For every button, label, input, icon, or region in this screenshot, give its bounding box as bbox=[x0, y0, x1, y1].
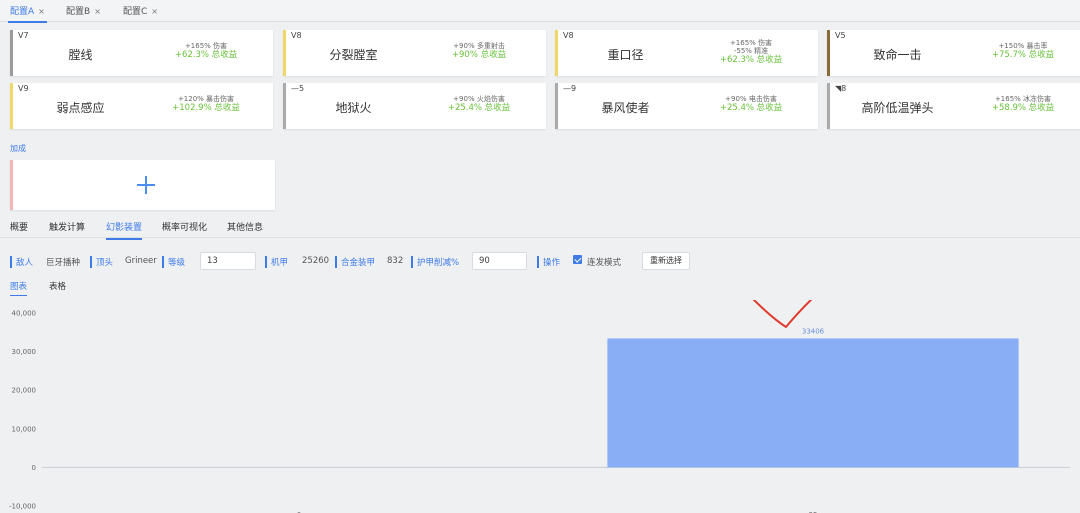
mod-stats: +120% 暴击伤害 +102.9% 总收益 bbox=[151, 95, 261, 114]
mod-stat: +90% 火焰伤害 bbox=[453, 95, 505, 103]
mod-name: 暴风使者 bbox=[601, 101, 650, 115]
mod-gain: +90% 总收益 bbox=[451, 50, 507, 60]
mod-name: 地狱火 bbox=[335, 101, 372, 115]
mod-card[interactable]: Ⅴ8 重口径 +165% 伤害 -55% 精准 +62.3% 总收益 bbox=[555, 30, 818, 76]
bar-chart: -10,000010,00020,00030,00040,00003340635 bbox=[9, 300, 1070, 513]
mod-stat: -55% 精准 bbox=[733, 47, 769, 55]
mod-stats: +150% 暴击率 +75.7% 总收益 bbox=[968, 42, 1078, 61]
enemy-toolbar: 敌人 巨牙播种 顶头 Grineer 等级 13 机甲 25260 合金装甲 8… bbox=[0, 250, 1080, 274]
burst-mode-label[interactable]: 连发模式 bbox=[587, 256, 621, 268]
mod-stat: +90% 电击伤害 bbox=[725, 95, 777, 103]
mod-level: Ⅴ7 bbox=[18, 31, 29, 40]
source-value[interactable]: Grineer bbox=[125, 256, 157, 266]
mod-level: ◥8 bbox=[835, 84, 847, 93]
tab-table[interactable]: 表格 bbox=[49, 280, 66, 292]
tab-config-a[interactable]: 配置A × bbox=[8, 4, 47, 23]
hp-label: 机甲 bbox=[265, 256, 288, 268]
mod-card[interactable]: Ⅴ8 分裂膛室 +90% 多重射击 +90% 总收益 bbox=[283, 30, 546, 76]
mod-name: 分裂膛室 bbox=[329, 48, 378, 62]
mod-level: Ⅴ5 bbox=[835, 31, 846, 40]
mod-stat: +90% 多重射击 bbox=[453, 42, 505, 50]
hp-value: 25260 bbox=[302, 256, 330, 266]
tab-label: 配置B bbox=[66, 7, 91, 17]
tab-overview[interactable]: 概要 bbox=[10, 220, 28, 233]
mod-gain: +62.3% 总收益 bbox=[719, 55, 783, 65]
y-tick-label: 30,000 bbox=[12, 348, 37, 356]
tab-config-b[interactable]: 配置B × bbox=[66, 4, 101, 17]
tab-label: 配置C bbox=[123, 7, 148, 17]
mod-stats: +90% 多重射击 +90% 总收益 bbox=[424, 42, 534, 61]
y-tick-label: 40,000 bbox=[12, 310, 37, 318]
burst-mode-checkbox[interactable] bbox=[573, 255, 582, 264]
mod-level: Ⅴ8 bbox=[563, 31, 574, 40]
mod-stats: +165% 冰冻伤害 +58.9% 总收益 bbox=[968, 95, 1078, 114]
chart-bar bbox=[607, 338, 1019, 468]
checkmark-icon bbox=[752, 300, 813, 328]
close-icon[interactable]: × bbox=[151, 7, 158, 16]
y-tick-label: 0 bbox=[32, 464, 36, 472]
mod-gain: +58.9% 总收益 bbox=[991, 103, 1055, 113]
mod-card[interactable]: Ⅴ5 致命一击 +150% 暴击率 +75.7% 总收益 bbox=[827, 30, 1080, 76]
mod-level: Ⅴ8 bbox=[291, 31, 302, 40]
mod-stats: +90% 火焰伤害 +25.4% 总收益 bbox=[424, 95, 534, 114]
close-icon[interactable]: × bbox=[94, 7, 101, 16]
enemy-label: 敌人 bbox=[10, 256, 33, 268]
bar-data-label: 33406 bbox=[802, 327, 825, 335]
bonus-section-label: 加成 bbox=[10, 144, 26, 153]
mod-level: —5 bbox=[291, 84, 305, 93]
close-icon[interactable]: × bbox=[38, 7, 45, 16]
tab-chart[interactable]: 图表 bbox=[10, 280, 28, 296]
mod-level: Ⅴ9 bbox=[18, 84, 29, 93]
tab-trigger-calc[interactable]: 触发计算 bbox=[49, 220, 85, 233]
reselect-button[interactable]: 重新选择 bbox=[642, 252, 690, 270]
mod-level: —9 bbox=[563, 84, 577, 93]
y-tick-label: 10,000 bbox=[12, 425, 37, 433]
config-tab-bar: 配置A × 配置B × 配置C × bbox=[0, 0, 1080, 23]
mod-stat: +150% 暴击率 bbox=[998, 42, 1048, 50]
mod-card[interactable]: ◥8 高阶低温弹头 +165% 冰冻伤害 +58.9% 总收益 bbox=[827, 83, 1080, 129]
mod-card[interactable]: Ⅴ7 膛线 +165% 伤害 +62.3% 总收益 bbox=[10, 30, 273, 76]
tab-phantom-device[interactable]: 幻影装置 bbox=[106, 220, 143, 240]
mod-card[interactable]: —5 地狱火 +90% 火焰伤害 +25.4% 总收益 bbox=[283, 83, 546, 129]
mod-gain: +102.9% 总收益 bbox=[172, 103, 240, 113]
armor-label: 合金装甲 bbox=[335, 256, 375, 268]
add-bonus-button[interactable] bbox=[10, 160, 275, 210]
mod-name: 致命一击 bbox=[873, 48, 922, 62]
mod-stats: +165% 伤害 -55% 精准 +62.3% 总收益 bbox=[696, 39, 806, 66]
view-tab-bar: 图表 表格 bbox=[0, 278, 1080, 296]
mod-stat: +165% 伤害 bbox=[184, 42, 228, 50]
level-label: 等级 bbox=[162, 256, 185, 268]
tab-other-info[interactable]: 其他信息 bbox=[227, 220, 263, 233]
armor-reduce-label: 护甲削减% bbox=[411, 256, 459, 268]
damage-chart: -10,000010,00020,00030,00040,00003340635 bbox=[0, 300, 1080, 513]
mod-stats: +90% 电击伤害 +25.4% 总收益 bbox=[696, 95, 806, 114]
mod-card[interactable]: Ⅴ9 弱点感应 +120% 暴击伤害 +102.9% 总收益 bbox=[10, 83, 273, 129]
mod-stat: +120% 暴击伤害 bbox=[177, 95, 235, 103]
mod-gain: +62.3% 总收益 bbox=[174, 50, 238, 60]
level-input[interactable]: 13 bbox=[200, 252, 256, 270]
mod-gain: +25.4% 总收益 bbox=[719, 103, 783, 113]
armor-value: 832 bbox=[387, 256, 404, 266]
mod-stats: +165% 伤害 +62.3% 总收益 bbox=[151, 42, 261, 61]
tab-config-c[interactable]: 配置C × bbox=[123, 4, 158, 17]
source-label: 顶头 bbox=[90, 256, 113, 268]
mod-name: 重口径 bbox=[607, 48, 644, 62]
y-tick-label: -10,000 bbox=[9, 503, 36, 511]
mod-stat: +165% 冰冻伤害 bbox=[994, 95, 1052, 103]
tab-probability-viz[interactable]: 概率可视化 bbox=[162, 220, 207, 233]
tab-label: 配置A bbox=[10, 7, 35, 17]
mod-name: 弱点感应 bbox=[56, 101, 105, 115]
armor-reduce-input[interactable]: 90 bbox=[472, 252, 527, 270]
mod-card[interactable]: —9 暴风使者 +90% 电击伤害 +25.4% 总收益 bbox=[555, 83, 818, 129]
operation-label: 操作 bbox=[537, 256, 560, 268]
mod-gain: +75.7% 总收益 bbox=[991, 50, 1055, 60]
mod-name: 高阶低温弹头 bbox=[861, 101, 934, 115]
section-tab-bar: 概要 触发计算 幻影装置 概率可视化 其他信息 bbox=[0, 216, 1080, 240]
mod-stat: +165% 伤害 bbox=[729, 39, 773, 47]
mod-gain: +25.4% 总收益 bbox=[447, 103, 511, 113]
mod-name: 膛线 bbox=[68, 48, 93, 62]
enemy-value[interactable]: 巨牙播种 bbox=[46, 256, 80, 268]
y-tick-label: 20,000 bbox=[12, 387, 37, 395]
